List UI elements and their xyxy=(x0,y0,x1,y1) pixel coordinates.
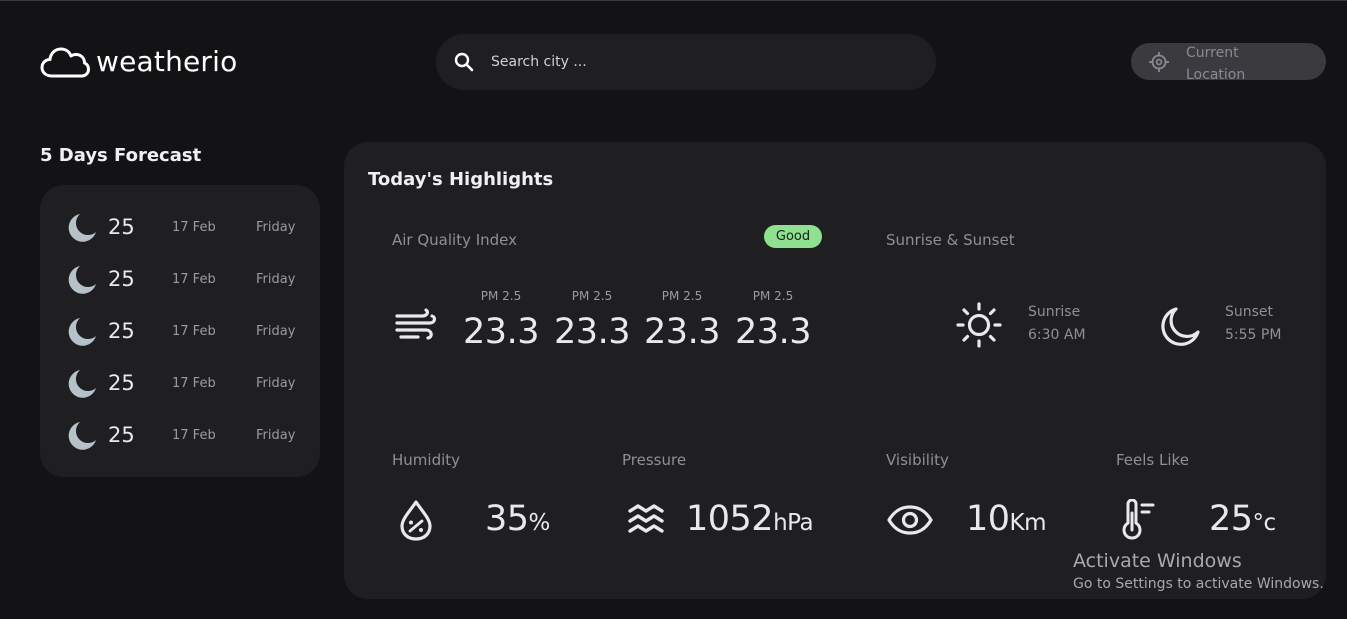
forecast-day: Friday xyxy=(256,428,296,443)
moon-icon xyxy=(66,212,98,248)
sunrise-label: Sunrise xyxy=(1028,304,1081,320)
forecast-temp: 25 xyxy=(108,267,135,291)
visibility-value: 10Km xyxy=(966,499,1047,539)
activate-windows-subtitle: Go to Settings to activate Windows. xyxy=(1073,576,1324,592)
pm-label: PM 2.5 xyxy=(571,289,613,303)
pm-item: PM 2.5 23.3 xyxy=(547,289,637,352)
forecast-title: 5 Days Forecast xyxy=(40,145,202,166)
sun-icon xyxy=(956,302,1002,352)
forecast-row: 25 17 Feb Friday xyxy=(40,414,320,454)
forecast-date: 17 Feb xyxy=(172,376,216,391)
forecast-day: Friday xyxy=(256,324,296,339)
forecast-card: 25 17 Feb Friday 25 17 Feb Friday 25 17 … xyxy=(40,185,320,477)
pm-label: PM 2.5 xyxy=(480,289,522,303)
search-input[interactable] xyxy=(491,48,911,76)
moon-icon xyxy=(66,316,98,352)
eye-icon xyxy=(887,505,933,539)
aqi-status-badge: Good xyxy=(764,225,822,248)
pressure-waves-icon xyxy=(627,503,665,543)
moon-icon xyxy=(66,264,98,300)
forecast-date: 17 Feb xyxy=(172,272,216,287)
highlights-title: Today's Highlights xyxy=(368,169,554,190)
sunset-time: 5:55 PM xyxy=(1225,327,1282,343)
forecast-temp: 25 xyxy=(108,319,135,343)
aqi-label: Air Quality Index xyxy=(392,231,518,249)
sunset-label: Sunset xyxy=(1225,304,1274,320)
pm-item: PM 2.5 23.3 xyxy=(637,289,727,352)
highlights-card: Today's Highlights Air Quality Index Goo… xyxy=(344,142,1326,599)
sunrise-sunset-label: Sunrise & Sunset xyxy=(886,231,1015,249)
current-location-label: Current Location xyxy=(1186,45,1246,83)
moon-icon xyxy=(1158,306,1202,352)
weather-app: weatherio Current Location 5 Days Foreca… xyxy=(0,0,1347,619)
feels-like-label: Feels Like xyxy=(1116,451,1189,469)
wind-icon xyxy=(394,308,438,346)
visibility-label: Visibility xyxy=(886,451,949,469)
pressure-value: 1052hPa xyxy=(686,499,814,539)
pm-label: PM 2.5 xyxy=(752,289,794,303)
forecast-row: 25 17 Feb Friday xyxy=(40,258,320,298)
forecast-date: 17 Feb xyxy=(172,428,216,443)
humidity-value: 35% xyxy=(485,499,550,539)
search-bar[interactable] xyxy=(436,34,936,90)
forecast-day: Friday xyxy=(256,220,296,235)
pm-value: 23.3 xyxy=(554,312,630,352)
forecast-temp: 25 xyxy=(108,423,135,447)
pm-item: PM 2.5 23.3 xyxy=(728,289,818,352)
forecast-row: 25 17 Feb Friday xyxy=(40,206,320,246)
moon-icon xyxy=(66,368,98,404)
pressure-label: Pressure xyxy=(622,451,687,469)
forecast-date: 17 Feb xyxy=(172,324,216,339)
forecast-date: 17 Feb xyxy=(172,220,216,235)
current-location-button[interactable]: Current Location xyxy=(1131,43,1326,83)
feels-like-value: 25°c xyxy=(1209,499,1276,539)
search-icon xyxy=(454,52,474,76)
pm-item: PM 2.5 23.3 xyxy=(456,289,546,352)
forecast-day: Friday xyxy=(256,376,296,391)
forecast-temp: 25 xyxy=(108,371,135,395)
location-crosshair-icon xyxy=(1148,51,1170,77)
thermometer-icon xyxy=(1120,498,1160,545)
forecast-row: 25 17 Feb Friday xyxy=(40,362,320,402)
forecast-day: Friday xyxy=(256,272,296,287)
humidity-label: Humidity xyxy=(392,451,461,469)
pm-label: PM 2.5 xyxy=(661,289,703,303)
forecast-row: 25 17 Feb Friday xyxy=(40,310,320,350)
activate-windows-title: Activate Windows xyxy=(1073,550,1242,572)
pm-value: 23.3 xyxy=(735,312,811,352)
moon-icon xyxy=(66,420,98,456)
pm-value: 23.3 xyxy=(644,312,720,352)
cloud-icon xyxy=(40,45,90,79)
logo[interactable]: weatherio xyxy=(40,45,237,79)
forecast-temp: 25 xyxy=(108,215,135,239)
brand-name: weatherio xyxy=(96,45,238,78)
sunrise-time: 6:30 AM xyxy=(1028,327,1086,343)
humidity-drop-icon xyxy=(398,499,434,545)
pm-value: 23.3 xyxy=(463,312,539,352)
